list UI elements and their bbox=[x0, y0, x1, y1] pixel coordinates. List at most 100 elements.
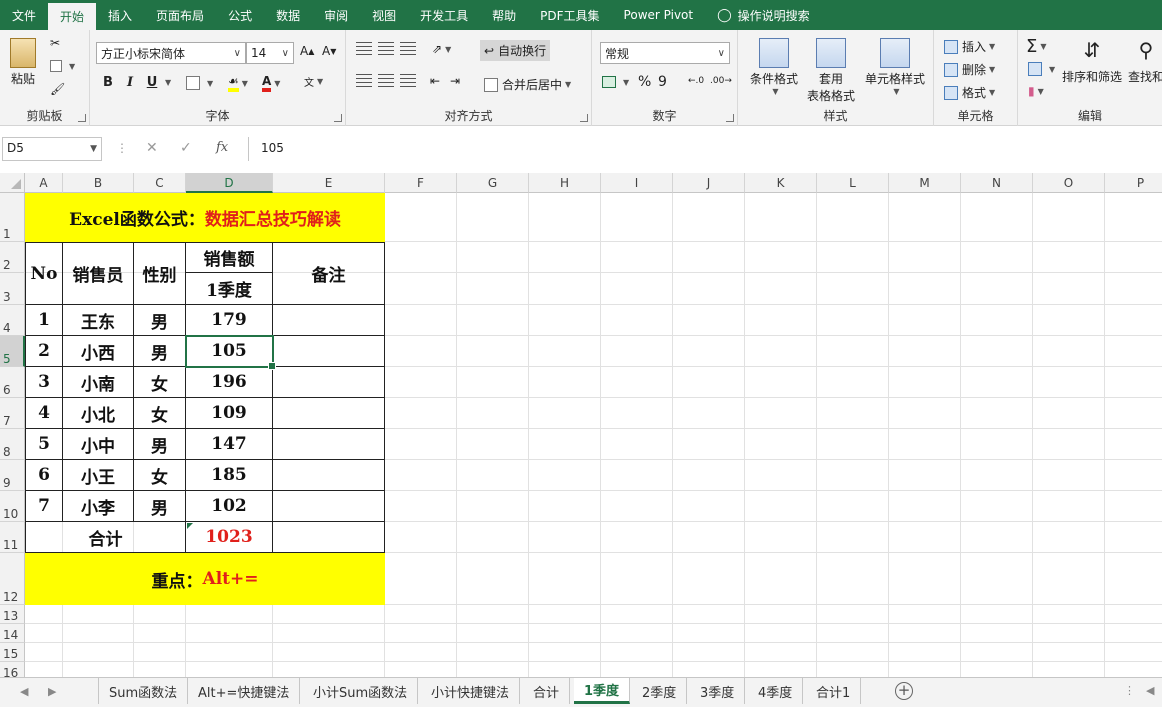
sheet-tab-subtotal-shortcut[interactable]: 小计快捷键法 bbox=[421, 678, 521, 704]
cut-button[interactable]: ✂ bbox=[50, 36, 60, 50]
row-header-10[interactable]: 10 bbox=[0, 491, 25, 522]
decrease-decimal-button[interactable]: .00→ bbox=[710, 76, 732, 86]
number-format-select[interactable]: 常规 ∨ bbox=[600, 42, 730, 64]
font-size-select[interactable]: 14 ∨ bbox=[246, 42, 294, 64]
font-color-button[interactable]: A ▼ bbox=[262, 74, 280, 92]
name-box[interactable]: D5 ▼ bbox=[2, 137, 102, 161]
cell-name[interactable]: 小西 bbox=[63, 336, 134, 367]
row-header-11[interactable]: 11 bbox=[0, 522, 25, 553]
column-header-e[interactable]: E bbox=[273, 173, 385, 193]
dialog-launcher-icon[interactable] bbox=[78, 114, 86, 122]
column-header-k[interactable]: K bbox=[745, 173, 817, 193]
fill-button[interactable]: ▼ bbox=[1028, 62, 1055, 76]
tab-split-grip[interactable]: ⋮ bbox=[1124, 684, 1135, 697]
tab-formulas[interactable]: 公式 bbox=[216, 0, 264, 30]
header-no[interactable]: No bbox=[25, 242, 63, 305]
cell-no[interactable]: 3 bbox=[25, 367, 63, 398]
cell-name[interactable]: 王东 bbox=[63, 305, 134, 336]
shrink-font-button[interactable]: A ▼ bbox=[322, 44, 336, 58]
copy-button[interactable]: ▼ bbox=[50, 60, 75, 72]
cell-gender[interactable]: 男 bbox=[134, 429, 186, 460]
align-right-button[interactable] bbox=[400, 74, 420, 88]
row-header-13[interactable]: 13 bbox=[0, 605, 25, 624]
tab-home[interactable]: 开始 bbox=[48, 1, 97, 30]
row-header-15[interactable]: 15 bbox=[0, 643, 25, 662]
cell-q1-selected[interactable]: 105 bbox=[186, 336, 273, 367]
cell-note[interactable] bbox=[273, 429, 385, 460]
dialog-launcher-icon[interactable] bbox=[726, 114, 734, 122]
insert-cells-button[interactable]: 插入 ▼ bbox=[944, 38, 995, 55]
column-header-j[interactable]: J bbox=[673, 173, 745, 193]
row-header-16[interactable]: 16 bbox=[0, 662, 25, 677]
comma-button[interactable]: 9 bbox=[658, 74, 667, 90]
decrease-indent-button[interactable]: ⇤ bbox=[430, 74, 440, 88]
column-header-h[interactable]: H bbox=[529, 173, 601, 193]
underline-dropdown[interactable]: ▼ bbox=[162, 78, 171, 87]
column-header-i[interactable]: I bbox=[601, 173, 673, 193]
wrap-text-button[interactable]: ↩ 自动换行 bbox=[480, 40, 551, 61]
align-bottom-button[interactable] bbox=[400, 42, 420, 56]
italic-button[interactable]: I bbox=[120, 75, 140, 90]
sheet-tab-q2[interactable]: 2季度 bbox=[632, 678, 688, 704]
row-header-14[interactable]: 14 bbox=[0, 624, 25, 643]
sheet-title-cell[interactable]: Excel函数公式： 数据汇总技巧解读 bbox=[25, 193, 385, 242]
tab-power-pivot[interactable]: Power Pivot bbox=[612, 0, 706, 30]
delete-cells-button[interactable]: 删除 ▼ bbox=[944, 61, 995, 78]
scroll-left-icon[interactable]: ◀ bbox=[20, 685, 28, 698]
key-note-cell[interactable]: 重点： Alt+= bbox=[25, 553, 385, 605]
cell-no[interactable]: 4 bbox=[25, 398, 63, 429]
tab-view[interactable]: 视图 bbox=[360, 0, 408, 30]
clear-button[interactable]: ▮ ▼ bbox=[1028, 84, 1044, 98]
enter-icon[interactable]: ✓ bbox=[180, 140, 192, 156]
tab-help[interactable]: 帮助 bbox=[480, 0, 528, 30]
fill-color-button[interactable]: ☙ ▼ bbox=[228, 74, 248, 92]
phonetic-button[interactable]: 文 ▼ bbox=[304, 74, 323, 89]
cell-gender[interactable]: 女 bbox=[134, 367, 186, 398]
find-select-button[interactable]: ⚲ 查找和 bbox=[1128, 38, 1162, 85]
grow-font-button[interactable]: A ▲ bbox=[300, 44, 314, 58]
tell-me-search[interactable]: ◯ 操作说明搜索 bbox=[705, 0, 822, 30]
orientation-button[interactable]: ⇗ ▼ bbox=[432, 42, 451, 56]
accounting-format-button[interactable]: ▼ bbox=[602, 76, 629, 88]
column-header-a[interactable]: A bbox=[25, 173, 63, 193]
tab-page-layout[interactable]: 页面布局 bbox=[144, 0, 216, 30]
sheet-tab-q1[interactable]: 1季度 bbox=[574, 678, 631, 704]
cancel-icon[interactable]: ✕ bbox=[146, 140, 158, 156]
underline-button[interactable]: U bbox=[142, 75, 162, 90]
row-header-7[interactable]: 7 bbox=[0, 398, 25, 429]
cell-q1[interactable]: 147 bbox=[186, 429, 273, 460]
column-header-o[interactable]: O bbox=[1033, 173, 1105, 193]
column-header-p[interactable]: P bbox=[1105, 173, 1162, 193]
format-cells-button[interactable]: 格式 ▼ bbox=[944, 84, 995, 101]
formula-input[interactable]: 105 bbox=[248, 137, 1160, 161]
cell-gender[interactable]: 女 bbox=[134, 460, 186, 491]
cell-q1[interactable]: 196 bbox=[186, 367, 273, 398]
row-header-2[interactable]: 2 bbox=[0, 242, 25, 273]
tab-review[interactable]: 审阅 bbox=[312, 0, 360, 30]
row-header-9[interactable]: 9 bbox=[0, 460, 25, 491]
bold-button[interactable]: B bbox=[98, 75, 118, 90]
column-header-g[interactable]: G bbox=[457, 173, 529, 193]
cell-gender[interactable]: 男 bbox=[134, 336, 186, 367]
cell-name[interactable]: 小中 bbox=[63, 429, 134, 460]
percent-button[interactable]: % bbox=[638, 74, 651, 90]
sheet-tab-total1[interactable]: 合计1 bbox=[806, 678, 862, 704]
sheet-tab-subtotal-sum[interactable]: 小计Sum函数法 bbox=[303, 678, 419, 704]
align-center-button[interactable] bbox=[378, 74, 398, 88]
font-family-select[interactable]: 方正小标宋简体 ∨ bbox=[96, 42, 246, 64]
cell-note[interactable] bbox=[273, 367, 385, 398]
total-label-cell[interactable]: 合计 bbox=[25, 522, 186, 553]
cell-note[interactable] bbox=[273, 491, 385, 522]
cell-styles-button[interactable]: 单元格样式 ▼ bbox=[862, 38, 928, 96]
dialog-launcher-icon[interactable] bbox=[580, 114, 588, 122]
cell-name[interactable]: 小王 bbox=[63, 460, 134, 491]
cell-gender[interactable]: 男 bbox=[134, 305, 186, 336]
cell-name[interactable]: 小北 bbox=[63, 398, 134, 429]
column-header-n[interactable]: N bbox=[961, 173, 1033, 193]
cell-note[interactable] bbox=[273, 336, 385, 367]
autosum-button[interactable]: Σ ▼ bbox=[1026, 36, 1047, 57]
horizontal-scroll-left-icon[interactable]: ◀ bbox=[1146, 684, 1154, 697]
row-header-5[interactable]: 5 bbox=[0, 336, 25, 367]
cell-q1[interactable]: 102 bbox=[186, 491, 273, 522]
row-header-12[interactable]: 12 bbox=[0, 553, 25, 605]
